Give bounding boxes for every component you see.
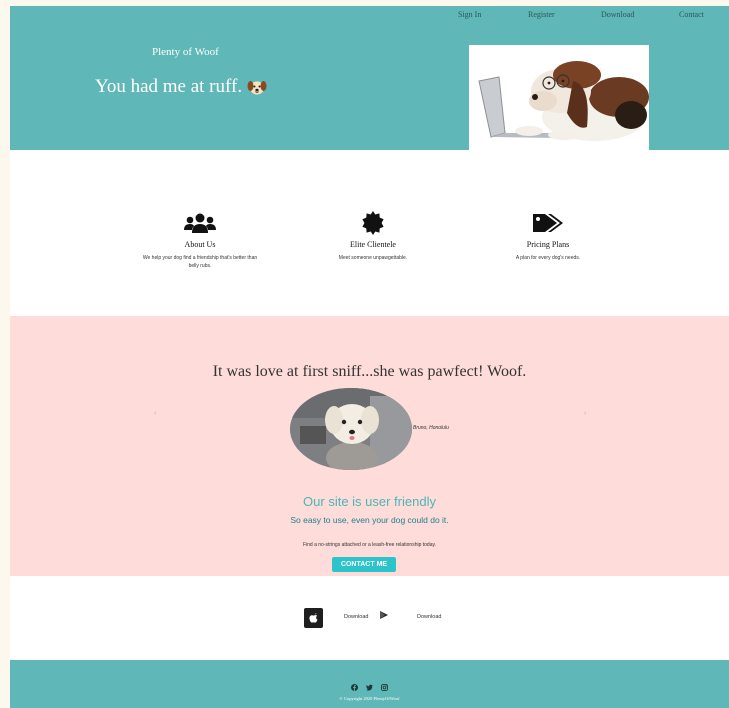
brand-name: Plenty of Woof: [152, 46, 219, 58]
feature-elite-clientele: Elite Clientele Meet someone unpawgettab…: [293, 211, 453, 262]
nav-register[interactable]: Register: [528, 10, 555, 19]
basset-hound-photo-art: [469, 45, 649, 150]
friendly-text: Find a no-strings attached or a leash-fr…: [302, 542, 437, 548]
hero-tagline: You had me at ruff.: [95, 76, 243, 97]
testimonial-dog-photo: [290, 388, 412, 470]
friendly-title: Our site is user friendly: [303, 494, 436, 509]
friendly-subtitle: So easy to use, even your dog could do i…: [290, 515, 449, 525]
app-store-download-label[interactable]: Download: [344, 614, 368, 620]
white-dog-photo-art: [290, 388, 412, 470]
basset-hound-laptop-photo: [469, 45, 649, 150]
carousel-prev-button[interactable]: ‹: [154, 410, 156, 417]
dog-face-emoji-icon: [247, 81, 267, 95]
feature-description: A plan for every dog's needs.: [515, 255, 581, 261]
apple-icon: [309, 613, 318, 623]
page: Sign In Register Download Contact Plenty…: [10, 6, 729, 708]
download-section: Download Download: [10, 576, 729, 660]
tags-icon: [533, 214, 563, 232]
top-nav: Sign In Register Download Contact: [10, 10, 729, 24]
nav-sign-in[interactable]: Sign In: [458, 10, 481, 19]
nav-download[interactable]: Download: [601, 10, 634, 19]
facebook-icon[interactable]: [351, 684, 358, 691]
copyright-text: © Copyright 2020 PlentyOfWoof: [339, 696, 400, 701]
carousel-next-button[interactable]: ›: [584, 410, 586, 417]
testimonial-section: It was love at first sniff...she was paw…: [10, 316, 729, 576]
app-store-button[interactable]: [304, 608, 323, 628]
feature-title: About Us: [184, 240, 216, 249]
testimonial-caption: Bruno, Honolulu: [413, 425, 449, 431]
feature-title: Elite Clientele: [350, 240, 396, 249]
feature-title: Pricing Plans: [526, 240, 570, 249]
social-links: [10, 684, 729, 691]
feature-description: We help your dog find a friendship that'…: [142, 255, 258, 269]
google-play-icon[interactable]: [380, 611, 388, 619]
tagline-wrap: You had me at ruff.: [95, 76, 267, 98]
features-section: About Us We help your dog find a friends…: [10, 150, 729, 316]
feature-about-us: About Us We help your dog find a friends…: [120, 212, 280, 270]
users-icon: [184, 213, 216, 233]
instagram-icon[interactable]: [381, 684, 388, 691]
contact-me-button[interactable]: CONTACT ME: [332, 557, 396, 572]
google-play-download-label[interactable]: Download: [417, 614, 441, 620]
feature-description: Meet someone unpawgettable.: [338, 255, 408, 261]
hero-section: Sign In Register Download Contact Plenty…: [10, 6, 729, 150]
certificate-icon: [362, 211, 384, 235]
feature-pricing-plans: Pricing Plans A plan for every dog's nee…: [468, 212, 628, 262]
footer: © Copyright 2020 PlentyOfWoof: [10, 660, 729, 708]
nav-contact[interactable]: Contact: [679, 10, 704, 19]
twitter-icon[interactable]: [366, 684, 373, 691]
testimonial-quote: It was love at first sniff...she was paw…: [212, 363, 527, 380]
